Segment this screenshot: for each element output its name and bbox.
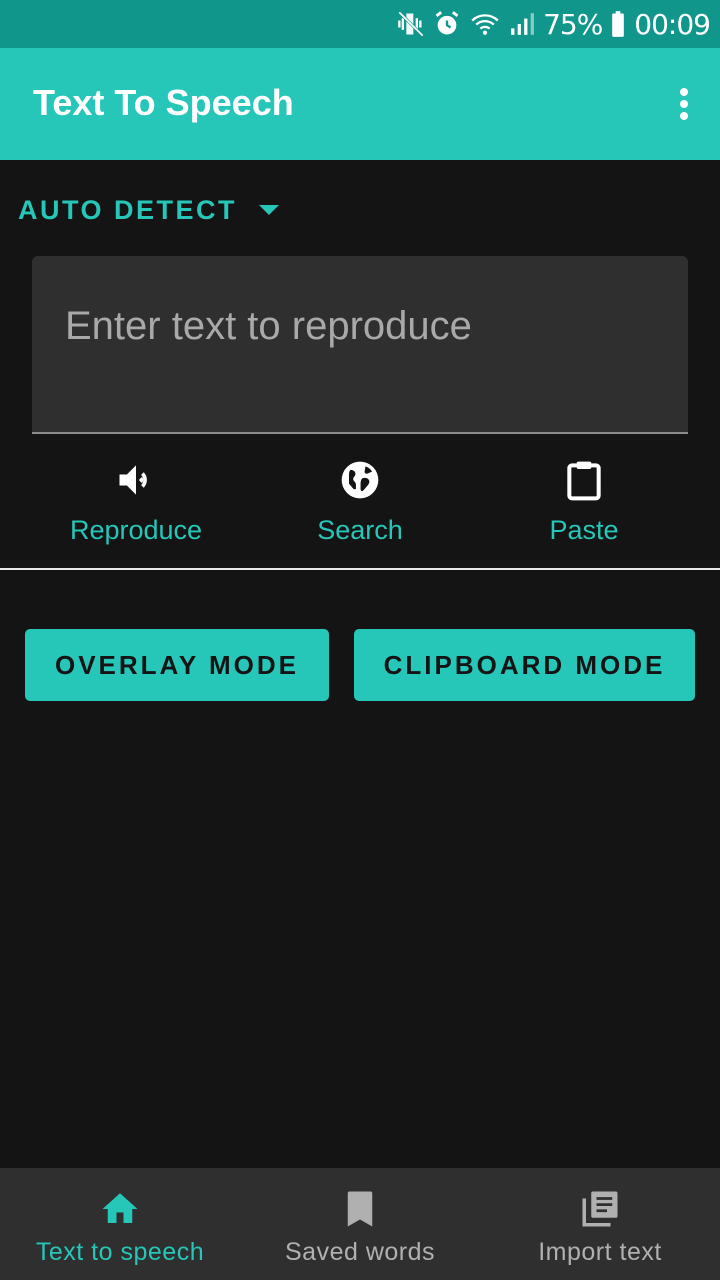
- status-bar: 75% 00:09: [0, 0, 720, 48]
- library-books-icon: [582, 1191, 618, 1227]
- alarm-icon: [435, 11, 459, 35]
- nav-item-saved-words[interactable]: Saved words: [240, 1168, 480, 1280]
- app-bar: Text To Speech: [0, 48, 720, 160]
- nav-label: Saved words: [284, 1238, 436, 1266]
- signal-icon: [511, 13, 534, 35]
- bottom-navigation: Text to speech Saved words Import text: [0, 1168, 720, 1280]
- app-title: Text To Speech: [33, 82, 294, 123]
- text-input[interactable]: [65, 304, 665, 349]
- clipboard-icon: [567, 461, 601, 501]
- divider: [0, 568, 720, 570]
- nav-label: Import text: [538, 1238, 662, 1266]
- language-dropdown[interactable]: AUTO DETECT: [18, 192, 280, 228]
- battery-percent: 75%: [543, 7, 603, 41]
- paste-label: Paste: [549, 515, 619, 545]
- search-label: Search: [317, 515, 403, 545]
- paste-button[interactable]: Paste: [484, 450, 684, 560]
- clock: 00:09: [634, 7, 711, 41]
- wifi-icon: [471, 14, 499, 35]
- chevron-down-icon: [259, 205, 280, 215]
- volume-icon: [119, 465, 147, 495]
- status-icons: 75% 00:09: [397, 0, 711, 48]
- vibrate-off-icon: [398, 11, 424, 37]
- bookmark-icon: [347, 1191, 373, 1227]
- more-vert-icon[interactable]: [668, 84, 700, 124]
- action-row: Reproduce Search Paste: [0, 450, 720, 560]
- nav-item-import-text[interactable]: Import text: [480, 1168, 720, 1280]
- nav-label: Text to speech: [35, 1238, 205, 1266]
- battery-icon: [612, 11, 625, 37]
- text-input-container[interactable]: [32, 256, 688, 434]
- reproduce-label: Reproduce: [69, 515, 203, 545]
- overlay-mode-button[interactable]: OVERLAY MODE: [25, 629, 329, 701]
- nav-item-text-to-speech[interactable]: Text to speech: [0, 1168, 240, 1280]
- globe-icon: [341, 461, 379, 499]
- home-icon: [102, 1193, 138, 1223]
- clipboard-mode-button[interactable]: CLIPBOARD MODE: [354, 629, 695, 701]
- reproduce-button[interactable]: Reproduce: [36, 450, 236, 560]
- language-selected: AUTO DETECT: [18, 194, 238, 225]
- search-button[interactable]: Search: [260, 450, 460, 560]
